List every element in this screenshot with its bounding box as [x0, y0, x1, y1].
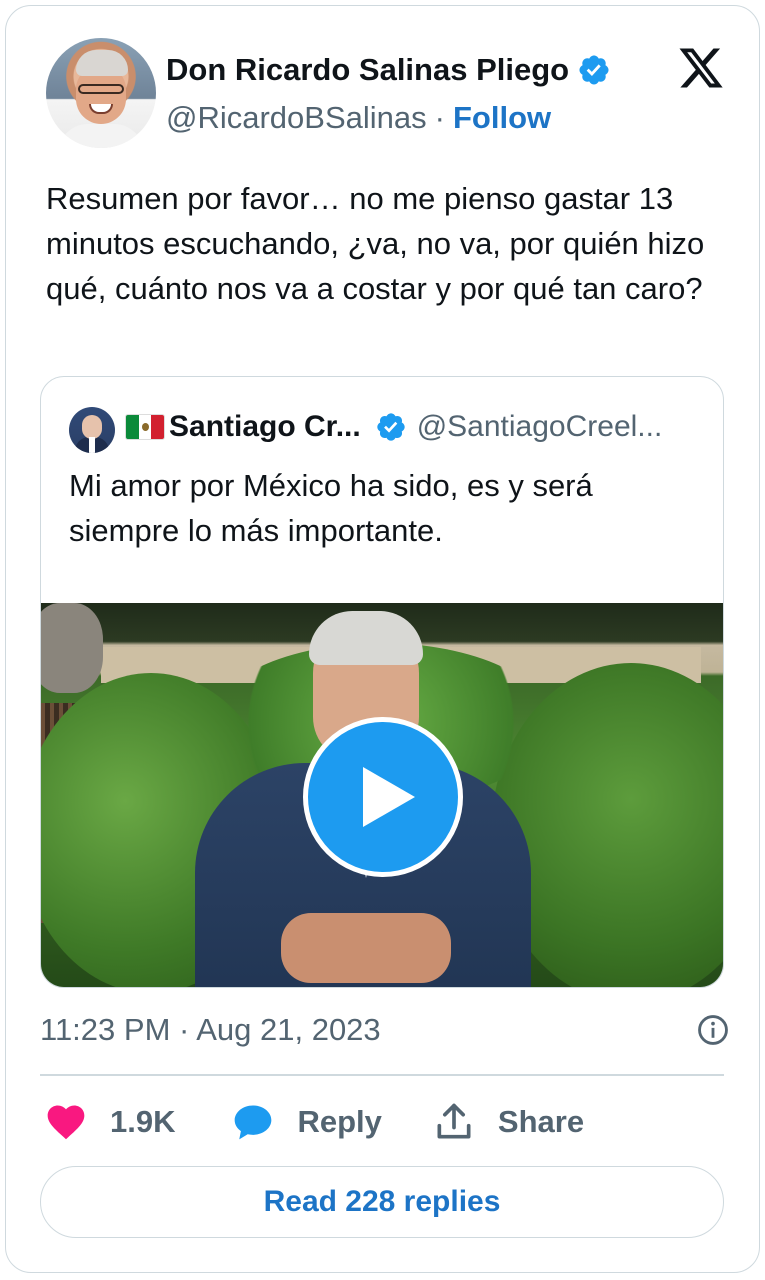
mexico-flag-icon [125, 414, 165, 440]
quoted-author-avatar[interactable] [69, 407, 115, 453]
author-handle-row: @RicardoBSalinas · Follow [166, 98, 551, 138]
divider [40, 1074, 724, 1076]
author-handle[interactable]: @RicardoBSalinas [166, 100, 427, 136]
reply-label: Reply [297, 1104, 382, 1139]
tweet-timestamp[interactable]: 11:23 PM · Aug 21, 2023 [40, 1012, 381, 1048]
tweet-text: Resumen por favor… no me pienso gastar 1… [46, 181, 705, 306]
share-icon [437, 1103, 471, 1139]
share-label: Share [497, 1104, 585, 1139]
info-icon[interactable] [696, 1013, 730, 1047]
verified-badge-icon [579, 55, 609, 85]
x-logo-icon[interactable] [676, 44, 726, 92]
heart-icon [47, 1105, 85, 1140]
read-replies-label: Read 228 replies [263, 1185, 501, 1218]
follow-button[interactable]: Follow [453, 100, 551, 136]
reply-button[interactable]: Reply [231, 1100, 382, 1144]
play-icon [363, 767, 415, 827]
author-display-name[interactable]: Don Ricardo Salinas Pliego [166, 52, 569, 88]
like-count: 1.9K [110, 1104, 176, 1139]
tweet-actions: 1.9K Reply Share [44, 1098, 584, 1146]
speech-bubble-icon [235, 1105, 272, 1140]
play-button[interactable] [303, 717, 463, 877]
quoted-tweet[interactable]: Santiago Cr... @SantiagoCreel... Mi amor… [40, 376, 724, 988]
like-button[interactable]: 1.9K [44, 1100, 175, 1144]
video-thumbnail[interactable] [41, 603, 723, 987]
author-avatar[interactable] [46, 38, 156, 148]
author-name-row[interactable]: Don Ricardo Salinas Pliego [166, 50, 611, 90]
share-button[interactable]: Share [432, 1100, 584, 1144]
quoted-verified-badge-icon [377, 413, 405, 441]
quoted-author-row[interactable]: Santiago Cr... @SantiagoCreel... [125, 405, 715, 449]
quoted-tweet-text: Mi amor por México ha sido, es y será si… [69, 468, 593, 548]
read-replies-button[interactable]: Read 228 replies [40, 1166, 724, 1238]
tweet-meta-row: 11:23 PM · Aug 21, 2023 [40, 1008, 730, 1052]
quoted-display-name[interactable]: Santiago Cr... [169, 410, 361, 444]
separator-dot: · [434, 100, 445, 135]
quoted-handle: @SantiagoCreel... [416, 410, 663, 443]
